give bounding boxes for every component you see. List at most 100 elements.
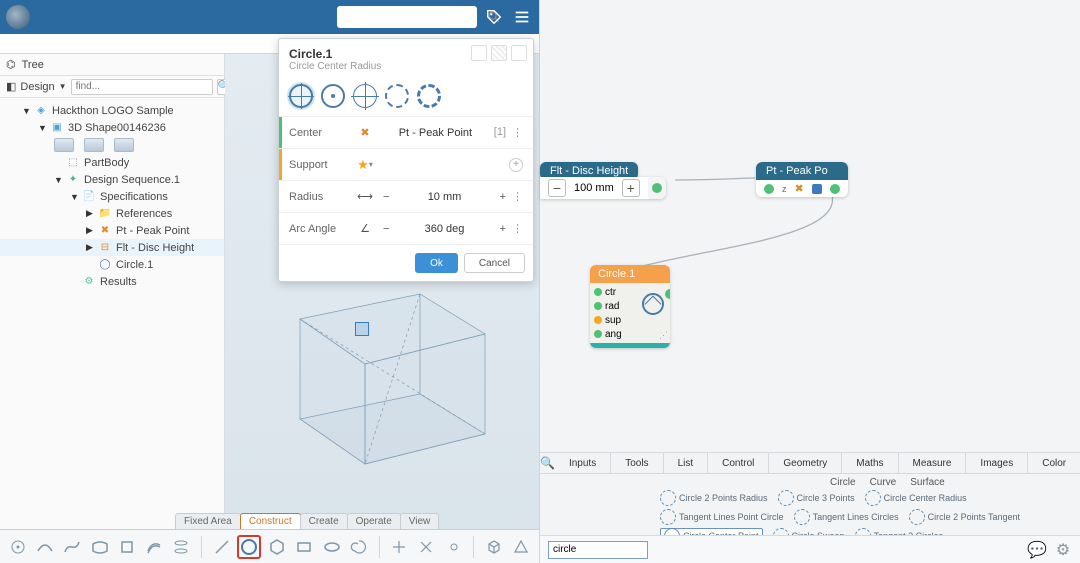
tool-extrude-icon[interactable] xyxy=(115,535,138,559)
chat-icon[interactable]: 💬 xyxy=(1028,541,1046,559)
xy-plane-icon[interactable] xyxy=(54,138,74,152)
tool-ellipse-icon[interactable] xyxy=(320,535,343,559)
palette-filter-input[interactable] xyxy=(548,541,648,559)
node-value[interactable]: 100 mm xyxy=(574,182,614,194)
resize-handle-icon[interactable]: ⋰ xyxy=(659,330,668,341)
subcat-curve[interactable]: Curve xyxy=(870,477,897,488)
tree-node-disc[interactable]: ▶⊟Flt - Disc Height xyxy=(0,239,224,256)
tool-misc1-icon[interactable] xyxy=(388,535,411,559)
output-port-icon[interactable] xyxy=(830,184,840,194)
subcat-circle[interactable]: Circle xyxy=(830,477,856,488)
graph-node-circle[interactable]: Circle.1 ctr rad sup ang ⋰ xyxy=(590,265,670,348)
param-arc[interactable]: Arc Angle ∠ − 360 deg + ⋮ xyxy=(279,212,533,244)
param-value[interactable]: 10 mm xyxy=(395,191,493,203)
global-search[interactable] xyxy=(337,6,477,28)
palette-item[interactable]: Circle 3 Points xyxy=(778,490,855,505)
dialog-pin-icon[interactable] xyxy=(471,45,487,61)
dropdown-icon[interactable]: ▼ xyxy=(59,82,67,91)
zx-plane-icon[interactable] xyxy=(114,138,134,152)
output-port-icon[interactable] xyxy=(652,183,662,193)
dialog-grid-icon[interactable] xyxy=(491,45,507,61)
tool-spline-icon[interactable] xyxy=(61,535,84,559)
tree-node-results[interactable]: ⚙Results xyxy=(0,273,224,290)
menu-icon[interactable] xyxy=(511,6,533,28)
graph-node-disc-body[interactable]: − 100 mm + xyxy=(540,177,666,199)
mode-dashed-icon[interactable] xyxy=(385,84,409,108)
mode-center-radius-icon[interactable] xyxy=(289,84,313,108)
tool-circle-icon[interactable] xyxy=(237,535,261,559)
graph-canvas[interactable]: Flt - Disc Height − 100 mm + Pt - Peak P… xyxy=(540,0,1080,452)
param-more-icon[interactable]: ⋮ xyxy=(512,222,523,235)
tab-create[interactable]: Create xyxy=(300,513,348,529)
ok-button[interactable]: Ok xyxy=(415,253,458,273)
tree-node-partbody[interactable]: ⬚PartBody xyxy=(0,154,224,171)
decrement-button[interactable]: − xyxy=(383,191,389,203)
port-ctr-icon[interactable] xyxy=(594,288,602,296)
param-radius[interactable]: Radius ⟷ − 10 mm + ⋮ xyxy=(279,180,533,212)
dialog-more-icon[interactable] xyxy=(511,45,527,61)
mode-center-point-icon[interactable] xyxy=(321,84,345,108)
tab-list[interactable]: List xyxy=(664,453,709,473)
tool-misc3-icon[interactable] xyxy=(442,535,465,559)
output-port-icon[interactable] xyxy=(665,289,670,299)
tool-surface-icon[interactable] xyxy=(88,535,111,559)
tree-node-dseq[interactable]: ▼✦Design Sequence.1 xyxy=(0,171,224,188)
tool-rectangle-icon[interactable] xyxy=(293,535,316,559)
param-more-icon[interactable]: ⋮ xyxy=(512,126,523,139)
settings-icon[interactable]: ⚙ xyxy=(1054,541,1072,559)
tool-arc-icon[interactable] xyxy=(33,535,56,559)
port-sup-icon[interactable] xyxy=(594,316,602,324)
palette-item[interactable]: Tangent Lines Point Circle xyxy=(660,509,784,524)
port-ang-icon[interactable] xyxy=(594,330,602,338)
palette-item[interactable]: Circle Center Radius xyxy=(865,490,967,505)
tab-color[interactable]: Color xyxy=(1028,453,1080,473)
palette-search-icon[interactable]: 🔍 xyxy=(540,453,555,473)
tab-control[interactable]: Control xyxy=(708,453,769,473)
palette-item[interactable]: Tangent Lines Circles xyxy=(794,509,899,524)
add-icon[interactable]: + xyxy=(509,158,523,172)
tab-construct[interactable]: Construct xyxy=(240,513,301,529)
tab-operate[interactable]: Operate xyxy=(347,513,401,529)
param-value[interactable]: 360 deg xyxy=(395,223,493,235)
tree-node-specs[interactable]: ▼📄Specifications xyxy=(0,188,224,205)
tree-node-root[interactable]: ▼◈Hackthon LOGO Sample xyxy=(0,102,224,119)
mode-dashed2-icon[interactable] xyxy=(417,84,441,108)
palette-item[interactable]: Circle 2 Points Tangent xyxy=(909,509,1020,524)
input-port-icon[interactable] xyxy=(764,184,774,194)
increment-button[interactable]: + xyxy=(622,179,640,197)
tab-images[interactable]: Images xyxy=(966,453,1028,473)
tab-fixed-area[interactable]: Fixed Area xyxy=(175,513,241,529)
tool-hexagon-icon[interactable] xyxy=(265,535,288,559)
global-search-input[interactable] xyxy=(341,10,487,24)
tab-tools[interactable]: Tools xyxy=(611,453,663,473)
tag-icon[interactable] xyxy=(483,6,505,28)
tool-cone-icon[interactable] xyxy=(510,535,533,559)
tool-sweep-icon[interactable] xyxy=(142,535,165,559)
param-support[interactable]: Support ★▾ + xyxy=(279,148,533,180)
increment-button[interactable]: + xyxy=(500,223,506,235)
tab-inputs[interactable]: Inputs xyxy=(555,453,611,473)
design-mode-label[interactable]: Design xyxy=(20,81,54,93)
tool-loft-icon[interactable] xyxy=(170,535,193,559)
tree-node-refs[interactable]: ▶📁References xyxy=(0,205,224,222)
tool-cube-icon[interactable] xyxy=(482,535,505,559)
param-more-icon[interactable]: ⋮ xyxy=(512,190,523,203)
yz-plane-icon[interactable] xyxy=(84,138,104,152)
tab-measure[interactable]: Measure xyxy=(899,453,967,473)
tree-node-circle[interactable]: ◯Circle.1 xyxy=(0,256,224,273)
increment-button[interactable]: + xyxy=(500,191,506,203)
tree-node-shape[interactable]: ▼▣3D Shape00146236 xyxy=(0,119,224,136)
tab-geometry[interactable]: Geometry xyxy=(769,453,842,473)
port-rad-icon[interactable] xyxy=(594,302,602,310)
palette-item[interactable]: Circle 2 Points Radius xyxy=(660,490,768,505)
decrement-button[interactable]: − xyxy=(548,179,566,197)
decrement-button[interactable]: − xyxy=(383,223,389,235)
graph-node-peak[interactable]: Pt - Peak Po z ✖ xyxy=(756,162,848,197)
tool-line-icon[interactable] xyxy=(210,535,233,559)
tool-point-icon[interactable] xyxy=(6,535,29,559)
tree-find-input[interactable] xyxy=(71,79,213,95)
design-mode-icon[interactable]: ◧ xyxy=(6,80,16,93)
app-logo-icon[interactable] xyxy=(6,5,30,29)
mode-3points-icon[interactable] xyxy=(353,84,377,108)
tool-misc2-icon[interactable] xyxy=(415,535,438,559)
